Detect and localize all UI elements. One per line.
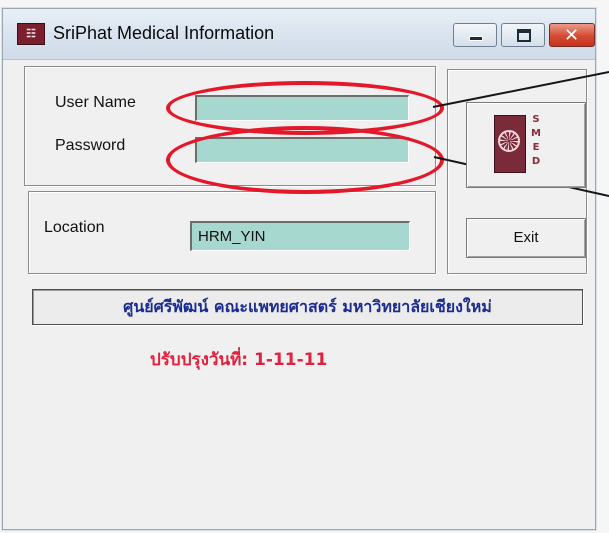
close-icon: ✕ — [564, 25, 580, 46]
update-date-text: ปรับปรุงวันที่: 1-11-11 — [150, 350, 328, 370]
username-label: User Name — [55, 94, 136, 111]
location-label: Location — [44, 219, 105, 236]
minimize-button[interactable] — [453, 23, 497, 47]
login-groupbox — [24, 66, 436, 186]
close-button[interactable]: ✕ — [549, 23, 595, 47]
password-label: Password — [55, 137, 126, 154]
maximize-button[interactable] — [501, 23, 545, 47]
location-input[interactable] — [190, 221, 410, 251]
minimize-icon — [469, 36, 483, 41]
smed-logo-icon — [494, 115, 526, 173]
app-icon: ☷ — [17, 23, 45, 45]
title-bar[interactable]: ☷ SriPhat Medical Information ✕ — [3, 9, 595, 60]
smed-logo-text: SMED — [531, 114, 541, 167]
maximize-icon — [517, 29, 531, 42]
smed-login-button[interactable]: SMED — [466, 102, 586, 188]
exit-button[interactable]: Exit — [466, 218, 586, 258]
institution-banner: ศูนย์ศรีพัฒน์ คณะแพทยศาสตร์ มหาวิทยาลัยเ… — [32, 289, 583, 325]
password-input[interactable] — [195, 137, 409, 163]
username-input[interactable] — [195, 95, 409, 121]
window-title: SriPhat Medical Information — [53, 23, 275, 43]
